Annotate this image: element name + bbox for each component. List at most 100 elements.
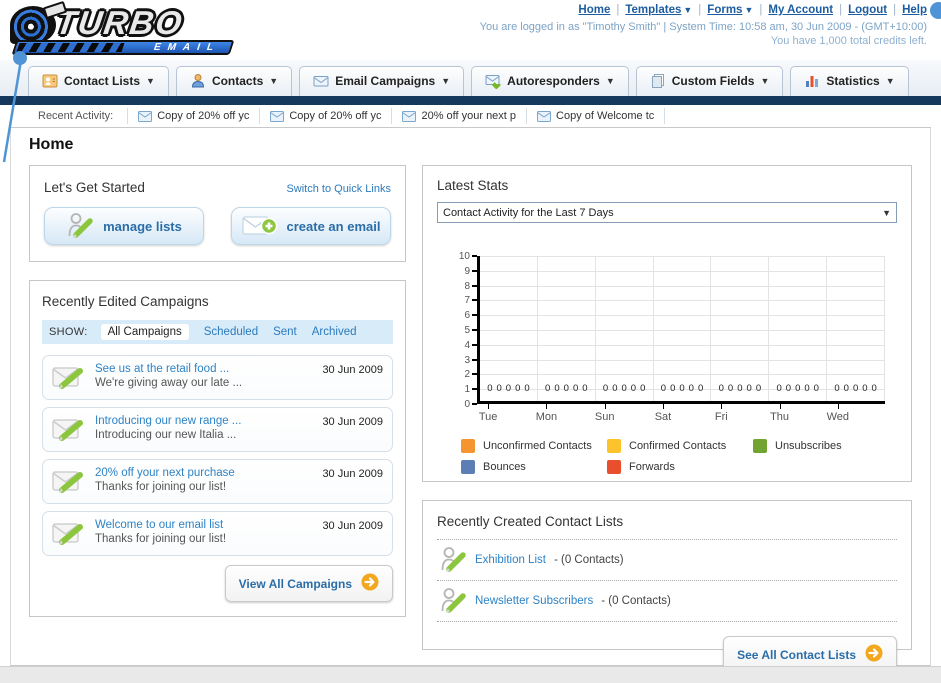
autoresponders-icon [485, 73, 502, 89]
view-all-campaigns-button[interactable]: View All Campaigns [224, 565, 393, 602]
x-tick-mark [604, 404, 606, 409]
y-tick-label: 9 [464, 265, 470, 277]
campaign-item[interactable]: 20% off your next purchase Thanks for joi… [42, 459, 393, 504]
email-campaigns-icon [313, 73, 329, 89]
chevron-down-icon: ▼ [269, 75, 279, 86]
data-label: 0 [515, 383, 521, 394]
manage-lists-button[interactable]: manage lists [44, 207, 204, 245]
login-status-text: You are logged in as "Timothy Smith" | S… [479, 21, 927, 33]
campaign-subtitle: Thanks for joining our list! [95, 533, 227, 545]
contact-activity-chart: 0 1 2 3 4 5 6 7 8 9 10 000000000000000000000000000… [455, 252, 897, 410]
data-label: 0 [697, 383, 704, 394]
recent-activity-items: Copy of 20% off yc Copy of 20% off yc 20% … [127, 105, 666, 127]
tab-label: Contact Lists [64, 73, 141, 88]
recent-activity-bar: Recent Activity: Copy of 20% off yc Copy … [10, 105, 931, 128]
see-all-contact-lists-label: See All Contact Lists [737, 647, 856, 662]
chart-group-tue: 00000 [480, 256, 538, 401]
tab-contacts[interactable]: Contacts ▼ [175, 66, 293, 96]
chart-group-mon: 00000 [538, 256, 596, 401]
recent-activity-item[interactable]: 20% off your next p [392, 108, 528, 124]
x-tick-sun: Sun [576, 404, 634, 423]
recent-activity-item[interactable]: Copy of 20% off yc [127, 108, 261, 124]
nav-separator: | [759, 4, 763, 16]
contact-list-item[interactable]: Newsletter Subscribers - (0 Contacts) [437, 580, 897, 622]
chart-group-fri: 00000 [711, 256, 770, 401]
nav-link-my-account[interactable]: My Account [768, 4, 833, 16]
nav-link-logout[interactable]: Logout [848, 4, 887, 16]
data-labels: 00000 [776, 383, 818, 394]
nav-link-help[interactable]: Help [902, 4, 927, 16]
stats-period-dropdown[interactable]: Contact Activity for the Last 7 Days ▼ [437, 202, 897, 223]
main-nav-tabs: Contact Lists ▼ Contacts ▼ Email Campaigns ▼ A… [0, 60, 941, 96]
legend-unconfirmed-contacts: Unconfirmed Contacts [461, 439, 607, 453]
campaign-title-link[interactable]: 20% off your next purchase [95, 467, 313, 479]
filter-archived[interactable]: Archived [312, 326, 357, 338]
create-an-email-button[interactable]: create an email [231, 207, 391, 245]
arrow-circle-icon [865, 644, 883, 665]
tab-statistics[interactable]: Statistics ▼ [790, 66, 909, 96]
legend-unsubscribes: Unsubscribes [753, 439, 899, 453]
nav-link-forms[interactable]: Forms [707, 4, 742, 16]
nav-link-home[interactable]: Home [578, 4, 610, 16]
y-tick-label: 10 [458, 251, 470, 262]
top-nav-links: Home | Templates ▼ | Forms ▼ | My Account | Logout… [480, 4, 927, 16]
latest-stats-panel: Latest Stats Contact Activity for the La… [422, 165, 912, 482]
chevron-down-icon: ▼ [744, 5, 754, 15]
tab-label: Contacts [211, 73, 264, 88]
campaign-date: 30 Jun 2009 [322, 364, 383, 376]
x-tick-thu: Thu [750, 404, 808, 423]
campaign-list: See us at the retail food ... We're givin… [42, 355, 393, 556]
campaign-item[interactable]: Welcome to our email list Thanks for join… [42, 511, 393, 556]
get-started-title: Let's Get Started [44, 180, 145, 195]
recent-activity-item[interactable]: Copy of Welcome tc [527, 108, 666, 124]
campaign-title-link[interactable]: Introducing our new range ... [95, 415, 313, 427]
logo-subtitle: EMAIL [152, 42, 222, 53]
data-labels: 00000 [603, 383, 645, 394]
x-tick-mark [779, 404, 781, 409]
contact-list-link[interactable]: Exhibition List [475, 554, 546, 566]
switch-quick-links-link[interactable]: Switch to Quick Links [286, 183, 391, 195]
x-tick-mark [837, 404, 839, 409]
chart-group-thu: 00000 [769, 256, 828, 401]
logo-title: TURBO [53, 4, 186, 41]
data-label: 0 [630, 383, 637, 394]
filter-all-campaigns[interactable]: All Campaigns [100, 324, 189, 340]
x-tick-mark [721, 404, 723, 409]
campaign-subtitle: We're giving away our late ... [95, 377, 243, 389]
filter-scheduled[interactable]: Scheduled [204, 326, 258, 338]
tab-email-campaigns[interactable]: Email Campaigns ▼ [299, 66, 465, 96]
tab-contact-lists[interactable]: Contact Lists ▼ [28, 66, 169, 96]
campaign-item[interactable]: Introducing our new range ... Introducing… [42, 407, 393, 452]
chevron-down-icon: ▼ [605, 75, 615, 86]
data-label: 0 [727, 383, 734, 394]
get-started-buttons: manage lists create an email [44, 207, 391, 245]
data-label: 0 [545, 383, 551, 394]
data-label: 0 [804, 383, 810, 394]
campaign-text: See us at the retail food ... We're givin… [95, 363, 313, 389]
data-labels: 00000 [834, 383, 876, 394]
campaign-title-link[interactable]: Welcome to our email list [95, 519, 313, 531]
manage-lists-label: manage lists [103, 218, 182, 234]
nav-separator: | [698, 4, 702, 16]
filter-sent[interactable]: Sent [273, 326, 297, 338]
campaign-subtitle: Introducing our new Italia ... [95, 429, 237, 441]
data-label: 0 [572, 383, 579, 394]
contact-list-link[interactable]: Newsletter Subscribers [475, 595, 593, 607]
envelope-pencil-icon [52, 467, 86, 495]
legend-label: Confirmed Contacts [629, 440, 727, 452]
tab-label: Email Campaigns [335, 73, 436, 88]
nav-link-templates[interactable]: Templates [625, 4, 681, 16]
campaign-item[interactable]: See us at the retail food ... We're givin… [42, 355, 393, 400]
page-title: Home [29, 136, 74, 153]
y-tick-label: 8 [464, 280, 470, 292]
tab-custom-fields[interactable]: Custom Fields ▼ [635, 66, 784, 96]
chevron-down-icon: ▼ [441, 75, 451, 86]
contact-list-item[interactable]: Exhibition List - (0 Contacts) [437, 539, 897, 580]
recent-activity-item[interactable]: Copy of 20% off yc [260, 108, 393, 124]
legend-swatch [461, 439, 475, 453]
data-label: 0 [612, 383, 618, 394]
data-label: 0 [852, 383, 859, 394]
x-tick-mark [662, 404, 664, 409]
campaign-title-link[interactable]: See us at the retail food ... [95, 363, 313, 375]
tab-autoresponders[interactable]: Autoresponders ▼ [471, 66, 629, 96]
